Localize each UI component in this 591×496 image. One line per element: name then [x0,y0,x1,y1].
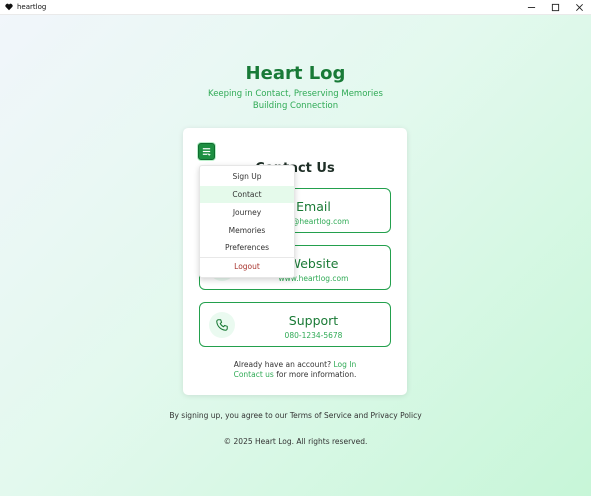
support-value[interactable]: 080-1234-5678 [235,331,392,340]
terms-text: By signing up, you agree to our Terms of… [169,411,422,420]
menu-item-contact[interactable]: Contact [200,186,294,203]
maximize-icon [551,3,559,12]
phone-icon [209,312,235,338]
menu-item-preferences[interactable]: Preferences [200,239,294,256]
account-text: Already have an account? [233,360,332,369]
copyright-text: © 2025 Heart Log. All rights reserved. [223,437,368,446]
window-titlebar: heartlog [0,0,591,15]
minimize-icon [527,7,535,8]
tagline-line1: Keeping in Contact, Preserving Memories [208,89,383,99]
login-prompt: Already have an account? Log In [183,360,407,369]
window-title: heartlog [17,3,47,11]
info-text: for more information. [276,370,357,379]
page-background: Heart Log Keeping in Contact, Preserving… [0,15,591,496]
heart-app-icon [4,2,14,12]
menu-toggle-icon [202,148,212,157]
login-link[interactable]: Log In [333,360,356,369]
support-title: Support [288,313,339,328]
menu-item-memories[interactable]: Memories [200,222,294,239]
menu-item-logout[interactable]: Logout [200,258,294,275]
support-contact-box[interactable]: Support 080-1234-5678 [199,302,391,347]
nav-dropdown-menu: Sign Up Contact Journey Memories Prefere… [199,165,295,278]
menu-item-signup[interactable]: Sign Up [200,168,294,185]
contact-us-link[interactable]: Contact us [234,370,274,379]
tagline-line2: Building Connection [252,101,339,111]
close-button[interactable] [567,0,591,15]
close-icon [575,4,583,11]
menu-item-journey[interactable]: Journey [200,204,294,221]
contact-prompt: Contact us for more information. [183,370,407,379]
brand-title: Heart Log [245,63,346,84]
maximize-button[interactable] [543,0,567,15]
window-controls [519,0,591,15]
menu-toggle-button[interactable] [198,143,215,160]
minimize-button[interactable] [519,0,543,15]
